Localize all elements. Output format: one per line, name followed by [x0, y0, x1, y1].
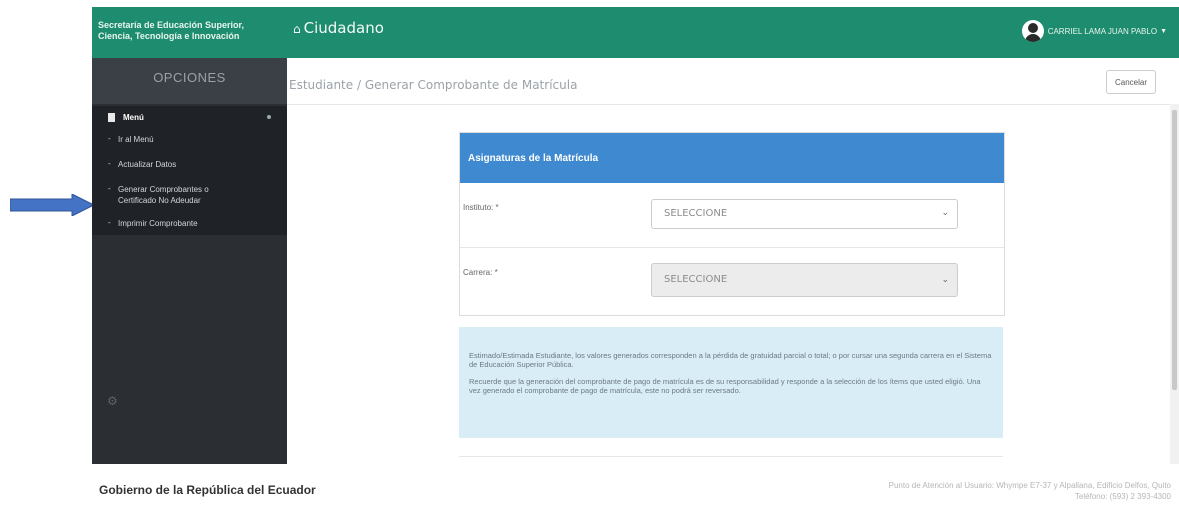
instituto-label: Instituto: * [463, 203, 499, 212]
carrera-value: SELECCIONE [664, 274, 728, 285]
sidebar-item-label: Generar Comprobantes o Certificado No Ad… [118, 185, 209, 205]
sidebar-item-label: Imprimir Comprobante [118, 219, 198, 228]
bullet-icon: - [108, 218, 111, 227]
info-paragraph-2: Recuerde que la generación del comproban… [469, 377, 981, 395]
scrollbar[interactable] [1170, 104, 1179, 464]
institution-brand[interactable]: Secretaría de Educación Superior, Cienci… [98, 20, 244, 42]
user-menu[interactable]: CARRIEL LAMA JUAN PABLO ▼ [1021, 20, 1167, 42]
chevron-down-icon: ⌄ [941, 275, 949, 285]
bullet-icon: - [108, 159, 111, 168]
breadcrumb: Estudiante / Generar Comprobante de Matr… [289, 78, 578, 92]
card-title: Asignaturas de la Matrícula [460, 133, 1004, 183]
home-link[interactable]: ⌂ Ciudadano [293, 19, 384, 37]
chevron-down-icon: ⌄ [941, 208, 949, 218]
instituto-value: SELECCIONE [664, 208, 728, 219]
info-paragraph-1: Estimado/Estimada Estudiante, los valore… [469, 351, 992, 369]
brand-line-1: Secretaría de Educación Superior, [98, 20, 245, 30]
sidebar-title: OPCIONES [92, 58, 287, 104]
brand-line-2: Ciencia, Tecnología e Innovación [98, 31, 240, 41]
footer: Gobierno de la República del Ecuador Pun… [92, 464, 1179, 510]
instituto-row: Instituto: * SELECCIONE ⌄ [460, 183, 1004, 248]
content-header: Estudiante / Generar Comprobante de Matr… [287, 58, 1179, 105]
bullet-icon: - [108, 184, 111, 193]
menu-list: - Ir al Menú - Actualizar Datos - Genera… [92, 128, 287, 235]
annotation-arrow-icon [10, 194, 94, 216]
footer-phone: Teléfono: (593) 2 393-4300 [1074, 492, 1171, 501]
sidebar-item-generar-comprobantes[interactable]: - Generar Comprobantes o Certificado No … [92, 184, 287, 206]
footer-address-line-1: Punto de Atención al Usuario: Whympe E7-… [888, 481, 1171, 490]
bullet-icon: - [108, 134, 111, 143]
sidebar-item-label: Actualizar Datos [118, 160, 177, 169]
cancel-button[interactable]: Cancelar [1106, 70, 1156, 94]
home-label: Ciudadano [303, 19, 384, 37]
top-header: Secretaría de Educación Superior, Cienci… [92, 7, 1179, 58]
user-name: CARRIEL LAMA JUAN PABLO [1047, 26, 1158, 36]
carrera-label: Carrera: * [463, 268, 498, 277]
sidebar-item-ir-al-menu[interactable]: - Ir al Menú [92, 134, 287, 145]
collapse-icon [267, 115, 271, 119]
sidebar-item-actualizar-datos[interactable]: - Actualizar Datos [92, 159, 287, 170]
home-icon: ⌂ [293, 22, 301, 36]
document-icon [108, 112, 115, 122]
enrollment-card: Asignaturas de la Matrícula Instituto: *… [459, 132, 1005, 316]
caret-down-icon: ▼ [1160, 27, 1167, 35]
sidebar-item-imprimir-comprobante[interactable]: - Imprimir Comprobante [92, 218, 287, 229]
sidebar: OPCIONES Menú - Ir al Menú - Actualizar … [92, 58, 287, 464]
footer-address: Punto de Atención al Usuario: Whympe E7-… [889, 480, 1171, 502]
sidebar-item-label: Ir al Menú [118, 135, 154, 144]
scrollbar-thumb[interactable] [1172, 110, 1177, 390]
carrera-select[interactable]: SELECCIONE ⌄ [651, 263, 958, 297]
settings-icon[interactable]: ⚙ [107, 394, 118, 408]
carrera-row: Carrera: * SELECCIONE ⌄ [460, 248, 1004, 312]
instituto-select[interactable]: SELECCIONE ⌄ [651, 199, 958, 229]
info-alert: Estimado/Estimada Estudiante, los valore… [459, 327, 1003, 438]
menu-toggle[interactable]: Menú [92, 106, 287, 128]
divider [459, 456, 1003, 457]
menu-label: Menú [123, 112, 144, 122]
footer-org: Gobierno de la República del Ecuador [99, 483, 316, 497]
user-avatar-icon [1021, 20, 1044, 42]
